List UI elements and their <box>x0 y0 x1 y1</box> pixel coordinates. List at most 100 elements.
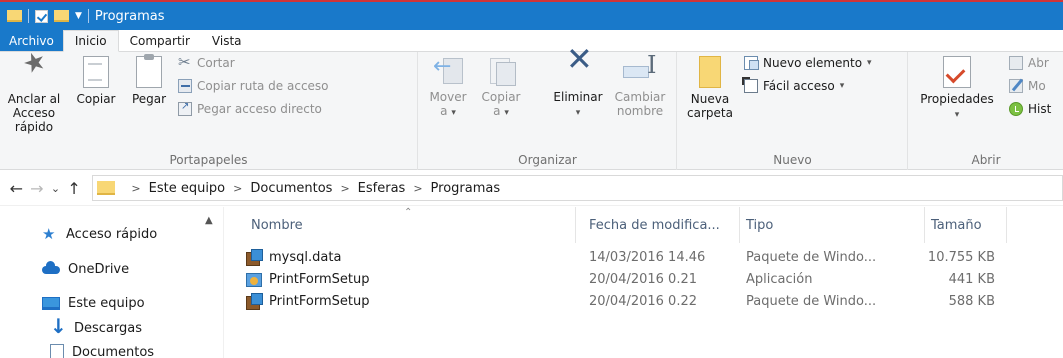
breadcrumb-separator-icon[interactable]: > <box>233 182 242 195</box>
separator <box>87 9 89 23</box>
easy-access-icon <box>742 77 758 93</box>
title-bar: ▼ Programas <box>0 0 1063 30</box>
open-button[interactable]: Abr <box>1009 56 1049 70</box>
breadcrumb-separator-icon[interactable]: > <box>340 182 349 195</box>
group-label-nuevo: Nuevo <box>773 153 812 167</box>
nav-item-este-equipo[interactable]: Este equipo <box>42 296 145 311</box>
copy-to-label: Copiar <box>481 90 521 104</box>
breadcrumb-item[interactable]: Documentos <box>250 181 332 196</box>
new-item-button[interactable]: Nuevo elemento ▾ <box>744 56 872 70</box>
scroll-up-icon[interactable]: ▲ <box>205 215 213 226</box>
chevron-down-icon: ▾ <box>575 108 581 118</box>
rename-button[interactable]: Cambiar nombre <box>609 56 671 118</box>
up-arrow-icon[interactable]: ↑ <box>64 179 85 198</box>
group-label-organizar: Organizar <box>518 153 577 167</box>
breadcrumb-separator-icon[interactable]: > <box>413 182 422 195</box>
file-date: 20/04/2016 0.22 <box>589 294 698 309</box>
cut-button[interactable]: Cortar <box>178 53 235 71</box>
move-to-label: Mover <box>429 90 467 104</box>
rename-icon <box>623 56 657 86</box>
nav-item-descargas[interactable]: Descargas <box>50 314 142 338</box>
table-row[interactable]: PrintFormSetup 20/04/2016 0.21 Aplicació… <box>225 269 1063 291</box>
cut-label: Cortar <box>197 56 235 70</box>
nav-item-documentos[interactable]: Documentos <box>50 344 154 358</box>
new-item-icon <box>744 56 759 70</box>
breadcrumb[interactable]: > Este equipo > Documentos > Esferas > P… <box>92 175 1063 201</box>
paste-shortcut-button[interactable]: Pegar acceso directo <box>178 101 322 116</box>
copy-button[interactable]: Copiar <box>68 56 124 106</box>
breadcrumb-separator-icon[interactable]: > <box>131 182 140 195</box>
nav-item-acceso-rapido[interactable]: ★ Acceso rápido <box>42 225 157 243</box>
column-header-type[interactable]: Tipo <box>740 207 925 243</box>
easy-access-label: Fácil acceso <box>763 79 835 93</box>
tab-compartir[interactable]: Compartir <box>119 30 201 51</box>
scissors-icon <box>178 53 192 71</box>
back-arrow-icon[interactable]: ← <box>6 179 27 198</box>
pin-label: Anclar al Acceso rápido <box>7 92 61 134</box>
edit-icon <box>1009 79 1023 93</box>
history-button[interactable]: Hist <box>1009 102 1051 116</box>
msi-package-icon <box>246 249 263 266</box>
folder-icon <box>97 181 116 195</box>
paste-label: Pegar <box>131 92 167 106</box>
address-bar: ← → ⌄ ↑ > Este equipo > Documentos > Esf… <box>0 171 1063 206</box>
edit-label: Mo <box>1028 79 1046 93</box>
properties-check-icon[interactable] <box>35 9 48 23</box>
new-folder-sub: carpeta <box>687 106 733 120</box>
nav-item-label: Acceso rápido <box>66 226 158 242</box>
column-header-name[interactable]: Nombre <box>245 207 576 243</box>
table-row[interactable]: mysql.data 14/03/2016 14.46 Paquete de W… <box>225 247 1063 269</box>
breadcrumb-item[interactable]: Programas <box>431 181 501 196</box>
properties-button[interactable]: Propiedades ▾ <box>913 56 1001 122</box>
chevron-down-icon: ▾ <box>954 110 960 120</box>
computer-icon <box>42 297 60 310</box>
nav-item-onedrive[interactable]: OneDrive <box>42 260 129 277</box>
paste-button[interactable]: Pegar <box>126 54 172 106</box>
copy-label: Copiar <box>76 92 116 106</box>
copy-path-label: Copiar ruta de acceso <box>197 79 329 93</box>
chevron-down-icon: ▾ <box>504 108 509 118</box>
chevron-down-icon: ▾ <box>451 108 456 118</box>
group-label-portapapeles: Portapapeles <box>169 153 248 167</box>
pin-quick-access-button[interactable]: Anclar al Acceso rápido <box>2 56 66 134</box>
window-title: Programas <box>94 8 165 24</box>
file-date: 20/04/2016 0.21 <box>589 272 698 287</box>
forward-arrow-icon[interactable]: → <box>27 179 48 198</box>
separator <box>28 9 29 23</box>
tab-vista[interactable]: Vista <box>201 30 253 51</box>
group-abrir: Propiedades ▾ Abr Mo Hist Abrir <box>909 52 1063 170</box>
new-folder-label: Nueva <box>690 92 730 106</box>
column-header-date[interactable]: Fecha de modifica... <box>583 207 740 243</box>
breadcrumb-item[interactable]: Este equipo <box>149 181 226 196</box>
chevron-down-icon: ▾ <box>839 81 845 91</box>
edit-button[interactable]: Mo <box>1009 79 1046 93</box>
new-folder-icon[interactable] <box>54 10 69 22</box>
easy-access-button[interactable]: Fácil acceso ▾ <box>742 77 845 93</box>
move-to-button[interactable]: Mover a ▾ <box>425 56 471 120</box>
new-folder-button[interactable]: Nueva carpeta <box>684 56 736 120</box>
tab-inicio[interactable]: Inicio <box>62 30 119 52</box>
delete-label: Eliminar <box>553 90 603 104</box>
open-icon <box>1009 56 1023 70</box>
file-date: 14/03/2016 14.46 <box>589 250 706 265</box>
new-folder-icon <box>699 56 721 88</box>
customize-toolbar-arrow-icon[interactable]: ▼ <box>75 11 82 21</box>
open-label: Abr <box>1028 56 1049 70</box>
setup-application-icon <box>246 271 262 287</box>
copy-to-sub: a <box>493 104 501 118</box>
ribbon-tabs: Archivo Inicio Compartir Vista <box>0 30 1063 52</box>
breadcrumb-item[interactable]: Esferas <box>358 181 406 196</box>
copy-path-button[interactable]: Copiar ruta de acceso <box>178 79 329 93</box>
chevron-down-icon: ▾ <box>867 58 872 68</box>
copy-path-icon <box>178 79 192 93</box>
star-icon: ★ <box>42 225 56 243</box>
copy-to-button[interactable]: Copiar a ▾ <box>475 56 527 120</box>
quick-access-toolbar: ▼ <box>0 9 89 23</box>
cloud-icon <box>42 260 60 274</box>
delete-button[interactable]: Eliminar ▾ <box>547 52 609 120</box>
download-icon <box>50 314 67 338</box>
table-row[interactable]: PrintFormSetup 20/04/2016 0.22 Paquete d… <box>225 291 1063 313</box>
column-header-size[interactable]: Tamaño <box>925 207 1007 243</box>
recent-locations-chevron-icon[interactable]: ⌄ <box>47 182 64 195</box>
file-type: Aplicación <box>746 272 813 287</box>
